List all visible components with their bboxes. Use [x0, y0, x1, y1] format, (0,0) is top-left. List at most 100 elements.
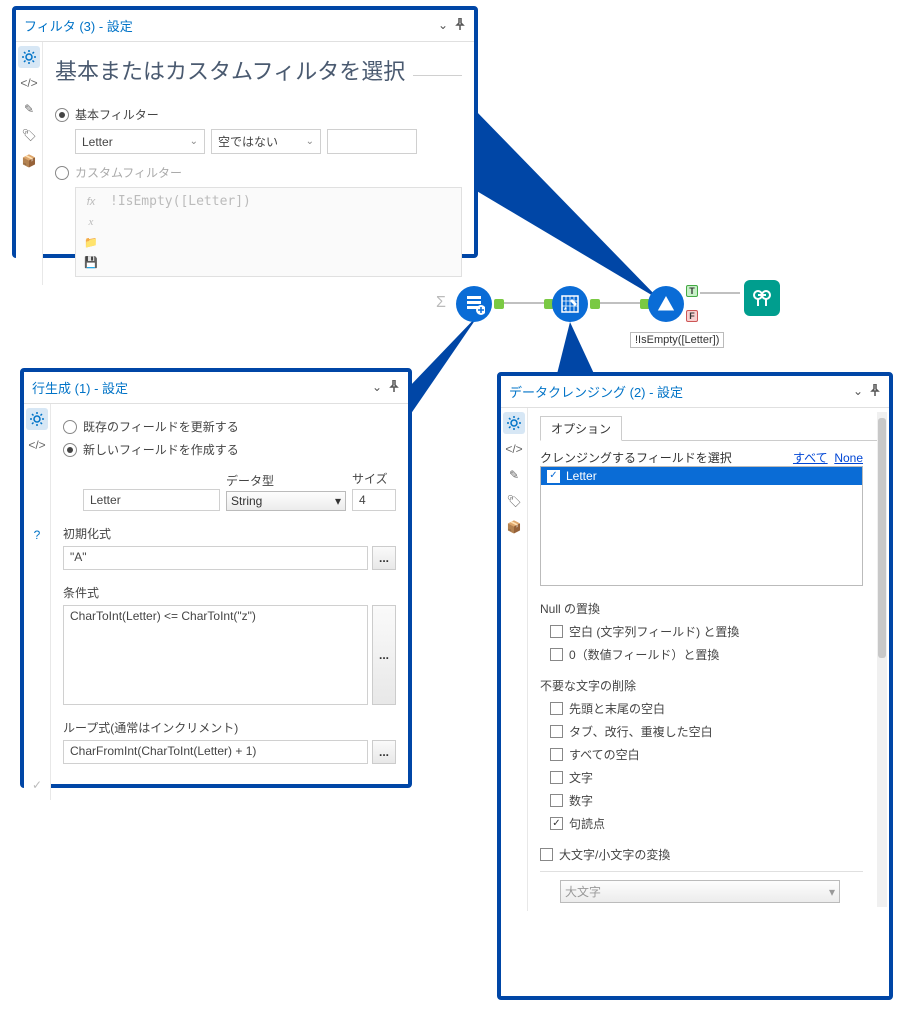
panel-header: データクレンジング (2) - 設定 ⌄: [501, 376, 889, 408]
generate-rows-tool[interactable]: [456, 286, 492, 322]
fx-icon[interactable]: fx: [82, 194, 100, 210]
expression-builder-button[interactable]: ...: [372, 740, 396, 764]
chevron-down-icon: ▾: [829, 885, 835, 899]
container-icon[interactable]: 📦: [18, 150, 40, 172]
folder-icon[interactable]: 📁: [82, 234, 100, 250]
data-type-label: データ型: [226, 472, 346, 489]
annotation-icon[interactable]: ✎: [18, 98, 40, 120]
annotation-icon[interactable]: ✎: [503, 464, 525, 486]
true-port: T: [686, 285, 698, 297]
save-icon[interactable]: 💾: [82, 254, 100, 270]
field-dropdown[interactable]: Letter ⌄: [75, 129, 205, 154]
radio-icon: [55, 166, 69, 180]
select-fields-label: クレンジングするフィールドを選択: [540, 449, 732, 466]
checkbox-icon: [550, 625, 563, 638]
tag-icon[interactable]: 🏷: [503, 490, 525, 512]
filter-annotation: !IsEmpty([Letter]): [630, 332, 724, 348]
scrollbar[interactable]: [877, 412, 887, 907]
punctuation-checkbox[interactable]: 句読点: [550, 815, 877, 832]
numbers-checkbox[interactable]: 数字: [550, 792, 877, 809]
config-icon[interactable]: [26, 408, 48, 430]
update-existing-radio[interactable]: 既存のフィールドを更新する: [63, 418, 396, 435]
side-toolbar: </> ? ✓: [24, 404, 51, 800]
sigma-icon: Σ: [436, 294, 446, 312]
checkbox-icon[interactable]: [547, 470, 560, 483]
select-none-link[interactable]: None: [834, 451, 863, 465]
basic-filter-radio[interactable]: 基本フィルター: [55, 106, 462, 123]
panel-title: データクレンジング (2) - 設定: [509, 382, 683, 401]
null-zero-checkbox[interactable]: 0（数値フィールド）と置換: [550, 646, 877, 663]
filter-tool[interactable]: [648, 286, 684, 322]
modify-case-checkbox[interactable]: 大文字/小文字の変換: [540, 846, 877, 863]
false-port: F: [686, 310, 698, 322]
check-icon[interactable]: ✓: [26, 774, 48, 796]
radio-label: カスタムフィルター: [75, 164, 182, 181]
size-input[interactable]: 4: [352, 489, 396, 511]
value-input[interactable]: [327, 129, 417, 154]
create-new-radio[interactable]: 新しいフィールドを作成する: [63, 441, 396, 458]
workflow-canvas: Σ T F !IsEmpty([Letter]): [430, 280, 800, 360]
null-blank-checkbox[interactable]: 空白 (文字列フィールド) と置換: [550, 623, 877, 640]
pin-icon[interactable]: [454, 18, 466, 33]
operator-dropdown[interactable]: 空ではない ⌄: [211, 129, 321, 154]
var-icon[interactable]: x: [82, 214, 100, 230]
all-whitespace-checkbox[interactable]: すべての空白: [550, 746, 877, 763]
xml-icon[interactable]: </>: [503, 438, 525, 460]
init-expression-input[interactable]: "A": [63, 546, 368, 570]
config-icon[interactable]: [18, 46, 40, 68]
config-icon[interactable]: [503, 412, 525, 434]
case-dropdown[interactable]: 大文字 ▾: [560, 880, 840, 903]
filter-config-panel: フィルタ (3) - 設定 ⌄ </> ✎ 🏷 📦 基本またはカスタムフィルタを…: [12, 6, 478, 258]
panel-title: 行生成 (1) - 設定: [32, 378, 128, 397]
trim-whitespace-checkbox[interactable]: 先頭と末尾の空白: [550, 700, 877, 717]
expression-builder-button[interactable]: ...: [372, 605, 396, 705]
fields-listbox[interactable]: Letter: [540, 466, 863, 586]
chevron-down-icon: ▾: [335, 494, 341, 508]
checkbox-icon: [550, 817, 563, 830]
radio-icon: [63, 443, 77, 457]
collapse-icon[interactable]: ⌄: [438, 18, 448, 33]
radio-label: 既存のフィールドを更新する: [83, 418, 239, 435]
tabs-dup-checkbox[interactable]: タブ、改行、重複した空白: [550, 723, 877, 740]
size-label: サイズ: [352, 470, 396, 487]
chevron-down-icon: ⌄: [190, 136, 198, 147]
checkbox-icon: [550, 794, 563, 807]
data-cleansing-config-panel: データクレンジング (2) - 設定 ⌄ </> ✎ 🏷 📦 オプション: [497, 372, 893, 1000]
tag-icon[interactable]: 🏷: [18, 124, 40, 146]
checkbox-icon: [550, 748, 563, 761]
list-item[interactable]: Letter: [541, 467, 862, 485]
unwanted-section-title: 不要な文字の削除: [540, 677, 877, 694]
field-name-input[interactable]: Letter: [83, 489, 220, 511]
help-icon[interactable]: ?: [26, 524, 48, 546]
pin-icon[interactable]: [388, 380, 400, 395]
cond-label: 条件式: [63, 584, 396, 601]
xml-icon[interactable]: </>: [26, 434, 48, 456]
checkbox-icon: [550, 725, 563, 738]
generate-rows-config-panel: 行生成 (1) - 設定 ⌄ </> ? ✓ 既存のフィールドを更新する: [20, 368, 412, 788]
xml-icon[interactable]: </>: [18, 72, 40, 94]
cond-expression-input[interactable]: CharToInt(Letter) <= CharToInt("z"): [63, 605, 368, 705]
side-toolbar: </> ✎ 🏷 📦: [16, 42, 43, 285]
init-label: 初期化式: [63, 525, 396, 542]
loop-expression-input[interactable]: CharFromInt(CharToInt(Letter) + 1): [63, 740, 368, 764]
collapse-icon[interactable]: ⌄: [372, 380, 382, 395]
checkbox-icon: [550, 771, 563, 784]
data-cleansing-tool[interactable]: [552, 286, 588, 322]
tab-options[interactable]: オプション: [540, 416, 622, 441]
collapse-icon[interactable]: ⌄: [853, 384, 863, 399]
select-all-link[interactable]: すべて: [793, 451, 828, 465]
expression-text[interactable]: !IsEmpty([Letter]): [106, 194, 455, 209]
custom-filter-radio[interactable]: カスタムフィルター: [55, 164, 462, 181]
side-toolbar: </> ✎ 🏷 📦: [501, 408, 528, 911]
radio-icon: [55, 108, 69, 122]
checkbox-icon: [550, 702, 563, 715]
panel-header: フィルタ (3) - 設定 ⌄: [16, 10, 474, 42]
expression-editor: fx x 📁 💾 !IsEmpty([Letter]): [75, 187, 462, 277]
panel-title: フィルタ (3) - 設定: [24, 16, 133, 35]
container-icon[interactable]: 📦: [503, 516, 525, 538]
browse-tool[interactable]: [744, 280, 780, 316]
pin-icon[interactable]: [869, 384, 881, 399]
expression-builder-button[interactable]: ...: [372, 546, 396, 570]
data-type-dropdown[interactable]: String ▾: [226, 491, 346, 511]
letters-checkbox[interactable]: 文字: [550, 769, 877, 786]
